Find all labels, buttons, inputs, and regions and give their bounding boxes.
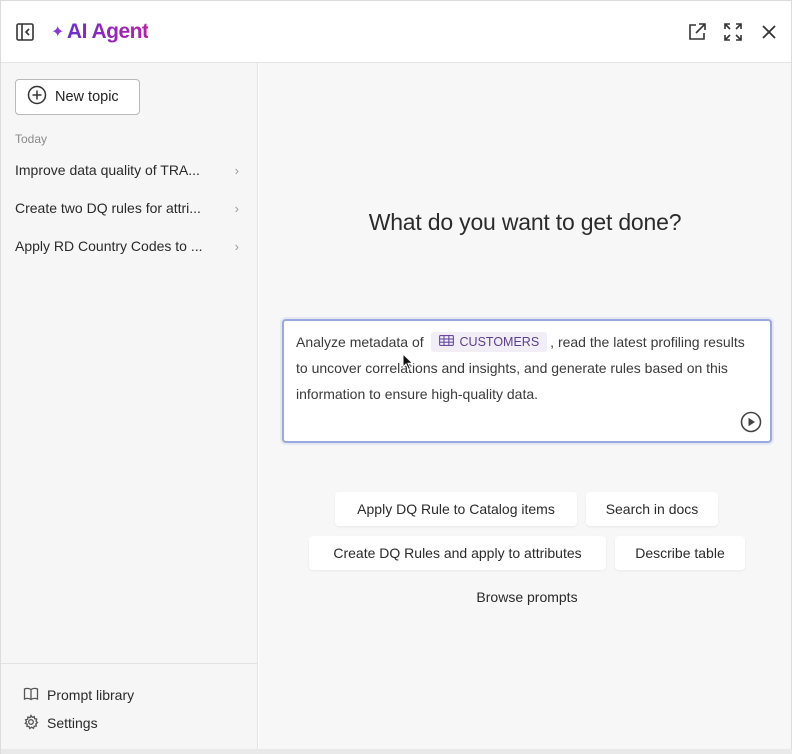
ai-agent-window: ✦ AI Agent New topic Today Improve data … (0, 0, 792, 754)
topic-label: Improve data quality of TRA... (15, 162, 200, 178)
settings-link[interactable]: Settings (23, 712, 98, 734)
send-icon[interactable] (740, 411, 762, 433)
book-icon (23, 686, 39, 705)
chevron-right-icon: › (234, 238, 239, 254)
settings-label: Settings (47, 715, 98, 731)
expand-icon[interactable] (721, 20, 745, 44)
prompt-text-before: Analyze metadata of (296, 334, 424, 350)
section-label-today: Today (15, 132, 48, 146)
topic-label: Create two DQ rules for attri... (15, 200, 201, 216)
sidebar-toggle-icon[interactable] (13, 20, 37, 44)
brand-title: AI Agent (66, 20, 149, 43)
prompt-library-link[interactable]: Prompt library (23, 684, 134, 706)
suggestion-button[interactable]: Search in docs (586, 492, 718, 526)
prompt-library-label: Prompt library (47, 687, 135, 703)
suggestion-button[interactable]: Create DQ Rules and apply to attributes (309, 536, 606, 570)
sidebar: New topic Today Improve data quality of … (1, 63, 258, 754)
table-chip[interactable]: CUSTOMERS (430, 329, 548, 355)
background-page-strip (1, 749, 792, 754)
topic-item[interactable]: Apply RD Country Codes to ... › (15, 234, 241, 258)
chevron-right-icon: › (234, 200, 239, 216)
brand-logo: ✦ AI Agent (51, 18, 149, 46)
main-panel: What do you want to get done? Analyze me… (259, 63, 791, 753)
topic-label: Apply RD Country Codes to ... (15, 238, 203, 254)
gear-icon (23, 713, 39, 733)
header-bar: ✦ AI Agent (1, 1, 791, 63)
sparkle-icon: ✦ (51, 24, 64, 41)
sidebar-footer: Prompt library Settings (1, 663, 257, 754)
topic-item[interactable]: Create two DQ rules for attri... › (15, 196, 241, 220)
chevron-right-icon: › (234, 162, 239, 178)
table-chip-label: CUSTOMERS (459, 335, 540, 349)
open-external-icon[interactable] (685, 20, 709, 44)
new-topic-button[interactable]: New topic (15, 79, 140, 115)
close-icon[interactable] (757, 20, 781, 44)
new-topic-label: New topic (55, 89, 119, 105)
plus-circle-icon (27, 85, 47, 109)
suggestion-button[interactable]: Apply DQ Rule to Catalog items (335, 492, 577, 526)
topic-item[interactable]: Improve data quality of TRA... › (15, 158, 241, 182)
table-icon (438, 329, 454, 355)
mouse-pointer-icon (402, 352, 414, 371)
browse-prompts-link[interactable]: Browse prompts (259, 589, 792, 605)
suggestion-button[interactable]: Describe table (615, 536, 745, 570)
prompt-text[interactable]: Analyze metadata of CUSTOMERS , read the… (296, 329, 758, 407)
page-title: What do you want to get done? (368, 209, 682, 235)
prompt-input[interactable]: Analyze metadata of CUSTOMERS , read the… (282, 319, 772, 443)
